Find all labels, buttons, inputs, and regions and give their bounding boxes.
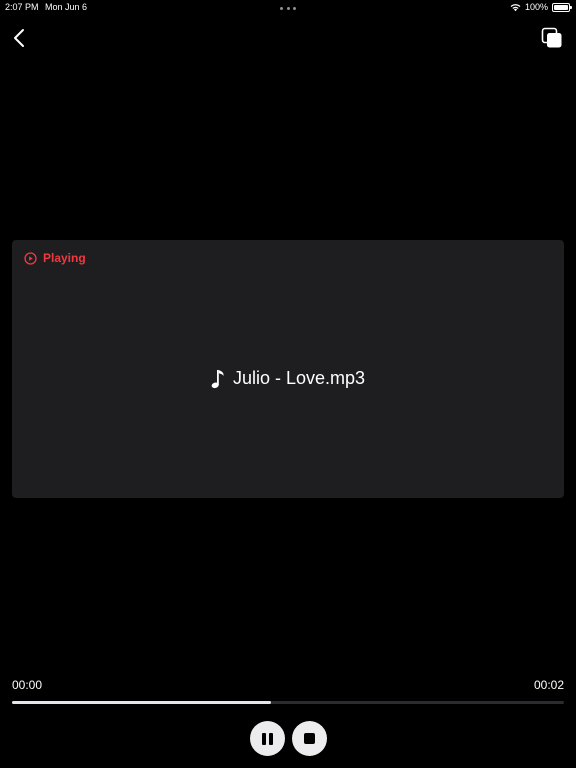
- track-title: Julio - Love.mp3: [232, 368, 366, 388]
- playing-status: Playing: [24, 251, 86, 265]
- wifi-icon: [510, 3, 521, 11]
- multitasking-dots-icon[interactable]: [280, 7, 296, 11]
- status-date: Mon Jun 6: [45, 2, 88, 12]
- audio-player-screen: 2:07 PM Mon Jun 6 100% Playing Julio - L…: [0, 0, 576, 768]
- status-bar: 2:07 PM Mon Jun 6 100%: [0, 0, 576, 14]
- picture-in-picture-button[interactable]: [540, 26, 564, 50]
- total-time: 00:02: [533, 678, 564, 692]
- status-indicators: 100%: [510, 2, 572, 12]
- pause-icon: [262, 732, 273, 745]
- music-note-icon: [211, 369, 224, 388]
- track-info: Julio - Love.mp3: [12, 368, 564, 389]
- play-circle-icon: [24, 251, 37, 265]
- stop-icon: [304, 733, 315, 744]
- playing-label: Playing: [43, 251, 86, 265]
- status-time: 2:07 PM: [5, 2, 39, 12]
- back-button[interactable]: [8, 26, 30, 50]
- battery-level: [554, 4, 568, 10]
- current-time: 00:00: [12, 678, 43, 692]
- stop-button[interactable]: [292, 721, 327, 756]
- pause-button[interactable]: [250, 721, 285, 756]
- picture-in-picture-icon: [541, 27, 562, 48]
- progress-slider[interactable]: [12, 701, 564, 704]
- battery-percent: 100%: [524, 2, 548, 12]
- player-card: Playing Julio - Love.mp3: [12, 240, 564, 498]
- progress-fill: [12, 701, 272, 704]
- chevron-left-icon: [14, 29, 24, 47]
- battery-icon: [552, 2, 572, 12]
